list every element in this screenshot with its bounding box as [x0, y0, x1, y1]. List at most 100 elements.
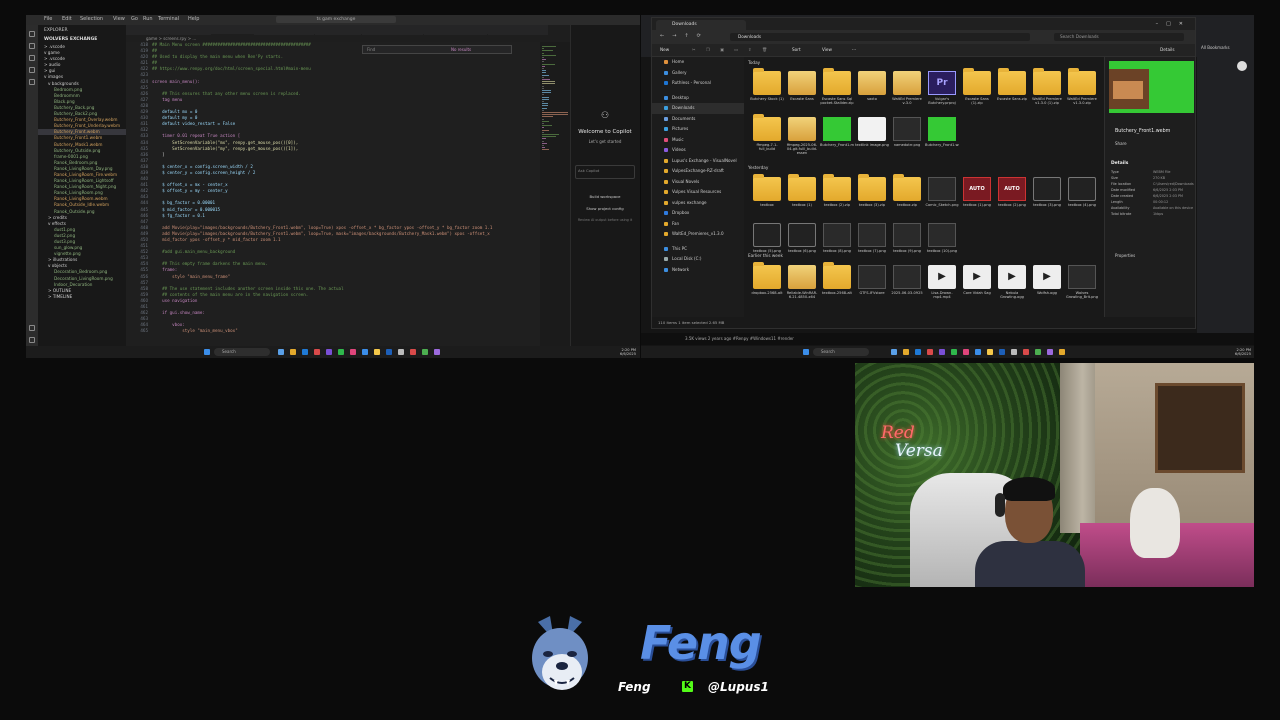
run-debug-icon[interactable]	[29, 67, 35, 73]
task-view-icon-right[interactable]	[891, 349, 897, 355]
file-tile[interactable]: dropbox-2568-alt	[750, 262, 784, 309]
find-widget[interactable]: Find No results	[362, 45, 512, 54]
file-tile[interactable]: Butchery_Front1.webm	[925, 117, 959, 161]
rename-icon[interactable]: ▭	[734, 47, 738, 52]
file-tile[interactable]: AUTO textbox (1).png	[960, 177, 994, 221]
taskbar-clock-right[interactable]: 2:20 PM 6/6/2025	[1225, 348, 1251, 356]
nav-pane-item[interactable]: Videos	[652, 145, 744, 156]
app-icon-right-9[interactable]	[1059, 349, 1065, 355]
group-header[interactable]: Today	[748, 60, 760, 65]
file-tile[interactable]: Pr Vulgar's Butchery.prproj	[925, 71, 959, 115]
app-icon-right-2[interactable]	[939, 349, 945, 355]
file-tile[interactable]: 2025-06-03-0925	[890, 265, 924, 309]
taskbar-search-right[interactable]: Search	[813, 348, 869, 356]
menu-item[interactable]: Selection	[80, 16, 103, 22]
file-tile[interactable]: ▶ Lisa-Drown-mp4.mp4	[925, 265, 959, 309]
vscode-command-center[interactable]: ts gam exchange	[276, 16, 396, 23]
file-tile[interactable]: textbox (6).png	[785, 223, 819, 267]
search-icon[interactable]	[29, 43, 35, 49]
file-tile[interactable]: namedotrr.png	[890, 117, 924, 161]
build-workspace-button[interactable]: Build workspace	[581, 193, 629, 200]
app-icon-right-3[interactable]	[963, 349, 969, 355]
file-tile[interactable]: textlink image.png	[855, 117, 889, 161]
code-line[interactable]: add Movie(play="images/backgrounds/Butch…	[152, 225, 540, 231]
nav-pane-item[interactable]: Gallery	[652, 68, 744, 79]
sort-button[interactable]: Sort	[792, 47, 801, 52]
menu-item[interactable]: Help	[188, 16, 199, 22]
app-icon-8[interactable]	[434, 349, 440, 355]
app-icon-right-4[interactable]	[975, 349, 981, 355]
file-tile[interactable]: textbox (7).png	[855, 223, 889, 267]
nav-pane-item[interactable]: Lupus's Exchange - VisualNovel	[652, 156, 744, 167]
new-button[interactable]: New	[660, 47, 669, 52]
file-tile[interactable]: Wolves Growling_Brit.png	[1065, 265, 1099, 309]
chrome-icon[interactable]	[374, 349, 380, 355]
account-icon[interactable]	[29, 325, 35, 331]
menu-item[interactable]: Go	[131, 16, 138, 22]
file-tile[interactable]: textbox (8).png	[820, 223, 854, 267]
app-icon-7[interactable]	[422, 349, 428, 355]
copy-icon[interactable]: ❐	[706, 47, 710, 52]
file-explorer-icon-right[interactable]	[903, 349, 909, 355]
app-icon-1[interactable]	[314, 349, 320, 355]
address-path[interactable]: Downloads	[730, 33, 1030, 41]
file-tile[interactable]: Reliable-WinRAR-6.21.4850-x64	[785, 265, 819, 309]
group-header[interactable]: Yesterday	[748, 165, 768, 170]
source-control-icon[interactable]	[29, 55, 35, 61]
chrome-icon-right[interactable]	[987, 349, 993, 355]
file-tile[interactable]: Butchery_Front1.mp4	[820, 117, 854, 161]
spotify-icon-right[interactable]	[951, 349, 957, 355]
nav-pane-item[interactable]: Dropbox	[652, 208, 744, 219]
nav-pane-item[interactable]: Network	[652, 265, 744, 276]
nav-pane-item[interactable]: Home	[652, 57, 744, 68]
window-controls[interactable]: –□✕	[1156, 21, 1191, 27]
app-icon-3[interactable]	[350, 349, 356, 355]
code-line[interactable]: style "main_menu_vbox"	[152, 328, 540, 334]
windows-start-icon-right[interactable]	[803, 349, 809, 355]
all-bookmarks[interactable]: All Bookmarks	[1201, 45, 1230, 50]
file-tile[interactable]: textbox.zip	[890, 174, 924, 221]
vscode-taskbar-icon[interactable]	[386, 349, 392, 355]
spotify-icon[interactable]	[338, 349, 344, 355]
file-tile[interactable]: ▶ Core Vidah Sag	[960, 265, 994, 309]
search-input[interactable]: Search Downloads	[1054, 33, 1184, 41]
minimap[interactable]	[540, 42, 570, 348]
app-icon-4[interactable]	[362, 349, 368, 355]
show-config-button[interactable]: Show project config	[581, 205, 629, 212]
vscode-icon-right[interactable]	[999, 349, 1005, 355]
file-tile[interactable]: ffmpeg-7.1-full_build	[750, 114, 784, 161]
nav-pane-item[interactable]: WaltEd_Premieres_v1.3.0	[652, 229, 744, 240]
nav-pane-item[interactable]: Downloads	[652, 103, 744, 114]
share-icon[interactable]: ⇪	[748, 47, 752, 52]
breadcrumb[interactable]: game > screens.rpy > ...	[126, 35, 568, 42]
profile-avatar[interactable]	[1237, 61, 1247, 71]
windows-start-icon[interactable]	[204, 349, 210, 355]
file-tree-item[interactable]: > TIMELINE	[38, 294, 126, 300]
task-view-icon[interactable]	[278, 349, 284, 355]
delete-icon[interactable]: 🗑	[762, 47, 767, 53]
find-input[interactable]: Find	[367, 47, 375, 52]
code-lines[interactable]: ## Main Menu screen ####################…	[152, 42, 540, 335]
file-tile[interactable]: saxto	[855, 71, 889, 115]
app-icon-right-6[interactable]	[1023, 349, 1029, 355]
nav-buttons[interactable]: ←→↑⟳	[660, 33, 709, 39]
edge-icon-right[interactable]	[915, 349, 921, 355]
app-icon-6[interactable]	[410, 349, 416, 355]
file-tile[interactable]: textbox (9).png	[890, 223, 924, 267]
project-name[interactable]: WOLVERS EXCHANGE	[44, 37, 97, 42]
file-tile[interactable]: AUTO textbox (2).png	[995, 177, 1029, 221]
copilot-ask-input[interactable]: Ask Copilot	[575, 165, 635, 179]
app-icon-right-1[interactable]	[927, 349, 933, 355]
app-icon-right-7[interactable]	[1035, 349, 1041, 355]
file-tile[interactable]: Escaste Sans Sql pocket-Stallder.zip	[820, 68, 854, 115]
group-header[interactable]: Earlier this week	[748, 253, 783, 258]
more-icon[interactable]: ···	[852, 47, 856, 52]
taskbar-search[interactable]: Search	[214, 348, 270, 356]
file-tile[interactable]: Comic_Sketch.png	[925, 177, 959, 221]
file-tile[interactable]: WaltEd Premiere v1.3.0.zip	[1065, 68, 1099, 115]
paste-icon[interactable]: ▣	[720, 47, 724, 52]
menu-item[interactable]: Edit	[62, 16, 72, 22]
file-tile[interactable]: textbox (5).png	[750, 223, 784, 267]
app-icon-right-5[interactable]	[1011, 349, 1017, 355]
file-tile[interactable]: textbox (3).zip	[855, 174, 889, 221]
